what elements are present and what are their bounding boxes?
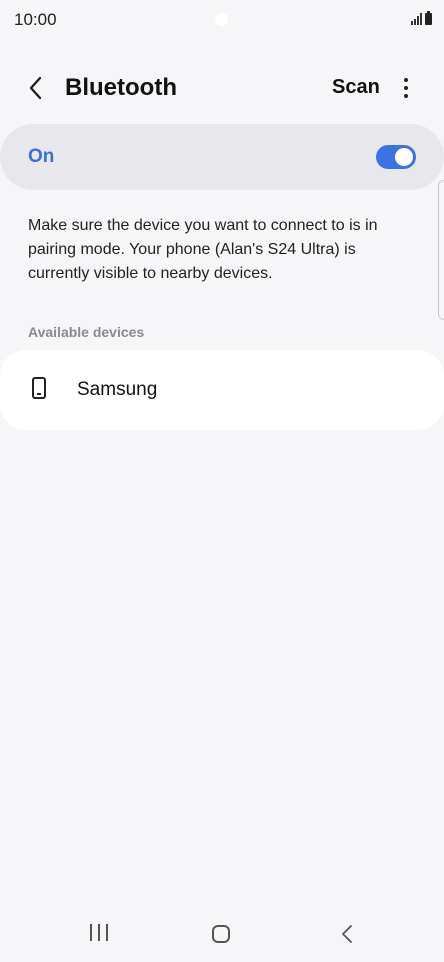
bluetooth-toggle-row[interactable]: On <box>0 124 444 190</box>
toggle-state-label: On <box>28 146 55 167</box>
more-vertical-icon <box>404 78 408 82</box>
switch-knob <box>395 148 413 166</box>
pairing-info-message: Make sure the device you want to connect… <box>28 217 378 282</box>
pairing-info-text: Make sure the device you want to connect… <box>28 214 408 286</box>
bluetooth-switch[interactable] <box>376 145 416 169</box>
camera-cutout <box>215 13 228 26</box>
navigation-bar <box>0 912 444 962</box>
back-icon <box>342 925 352 943</box>
more-options-button[interactable] <box>396 72 416 104</box>
signal-icon <box>411 13 422 25</box>
back-button[interactable] <box>20 72 52 104</box>
battery-icon <box>425 11 432 25</box>
status-bar: 10:00 <box>0 0 444 40</box>
status-time: 10:00 <box>14 10 57 29</box>
recents-icon <box>90 924 92 941</box>
device-list-item-samsung[interactable]: Samsung <box>0 350 444 430</box>
scan-button[interactable]: Scan <box>332 76 380 99</box>
page-title: Bluetooth <box>65 74 177 101</box>
home-button[interactable] <box>212 925 230 943</box>
nav-back-button[interactable] <box>338 924 358 944</box>
chevron-left-icon <box>29 76 42 100</box>
recents-button[interactable] <box>86 924 112 944</box>
app-header: Bluetooth Scan <box>0 64 444 112</box>
status-icons <box>411 11 432 25</box>
device-name: Samsung <box>77 379 158 400</box>
scroll-indicator <box>438 180 444 320</box>
available-devices-header: Available devices <box>28 324 145 340</box>
smartphone-icon <box>32 377 46 399</box>
